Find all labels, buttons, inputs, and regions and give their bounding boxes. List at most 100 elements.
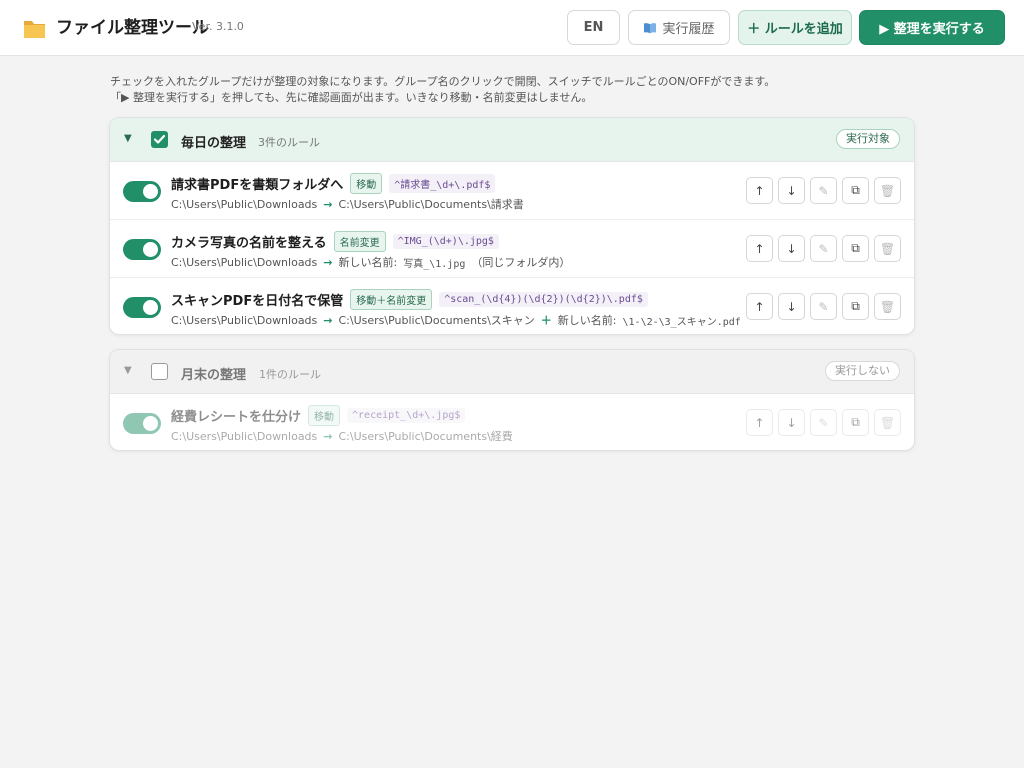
duplicate-button[interactable]: ⧉ — [842, 235, 869, 262]
arrow-up-icon: ↑ — [754, 299, 765, 314]
rule-path: C:\Users\Public\Downloads → C:\Users\Pub… — [171, 196, 524, 212]
move-down-button[interactable]: ↓ — [778, 293, 805, 320]
arrow-up-icon: ↑ — [754, 241, 765, 256]
rule-rename-pattern: 写真_\1.jpg — [403, 258, 466, 270]
rule-toggle[interactable] — [123, 239, 161, 260]
trash-icon: 🗑 — [879, 241, 896, 256]
intro-line-2: 「▶ 整理を実行する」を押しても、先に確認画面が出ます。いきなり移動・名前変更は… — [110, 91, 593, 104]
check-icon — [153, 134, 166, 144]
rule-actions: ↑ ↓ ✎ ⧉ 🗑 — [746, 293, 901, 320]
rule-rename-label: 新しい名前: — [338, 256, 398, 269]
move-up-button[interactable]: ↑ — [746, 177, 773, 204]
edit-button[interactable]: ✎ — [810, 177, 837, 204]
copy-icon: ⧉ — [851, 299, 860, 313]
status-badge: 実行しない — [825, 361, 900, 381]
add-rule-label: ＋ ルールを追加 — [747, 22, 843, 37]
rule-row: カメラ写真の名前を整える 名前変更 ^IMG_(\d+)\.jpg$ C:\Us… — [110, 220, 914, 278]
group-checkbox[interactable] — [151, 363, 168, 380]
group-header[interactable]: ▼ 毎日の整理 3件のルール 実行対象 — [110, 118, 914, 162]
app-version: Ver. 3.1.0 — [192, 20, 244, 33]
toggle-knob — [143, 242, 158, 257]
history-button[interactable]: 実行履歴 — [628, 10, 730, 45]
edit-button[interactable]: ✎ — [810, 409, 837, 436]
pencil-icon: ✎ — [818, 241, 829, 256]
book-icon — [644, 22, 657, 33]
right-arrow-icon: → — [323, 429, 333, 443]
rule-name: スキャンPDFを日付名で保管 — [171, 294, 344, 309]
delete-button[interactable]: 🗑 — [874, 293, 901, 320]
rule-source: C:\Users\Public\Downloads — [171, 255, 318, 269]
rule-source: C:\Users\Public\Downloads — [171, 429, 318, 443]
edit-button[interactable]: ✎ — [810, 293, 837, 320]
move-down-button[interactable]: ↓ — [778, 409, 805, 436]
rule-rename-label: 新しい名前: — [557, 314, 617, 327]
group-header[interactable]: ▼ 月末の整理 1件のルール 実行しない — [110, 350, 914, 394]
move-down-button[interactable]: ↓ — [778, 235, 805, 262]
rule-pattern: ^請求書_\d+\.pdf$ — [389, 174, 496, 193]
group-name[interactable]: 毎日の整理 — [181, 132, 246, 151]
app-title: ファイル整理ツール — [56, 18, 209, 38]
rule-pattern: ^IMG_(\d+)\.jpg$ — [392, 234, 499, 249]
rule-pattern: ^receipt_\d+\.jpg$ — [347, 408, 466, 423]
arrow-down-icon: ↓ — [786, 415, 797, 430]
right-arrow-icon: → — [323, 313, 333, 327]
group-rule-count: 3件のルール — [258, 136, 320, 149]
delete-button[interactable]: 🗑 — [874, 409, 901, 436]
move-down-button[interactable]: ↓ — [778, 177, 805, 204]
rule-row: スキャンPDFを日付名で保管 移動＋名前変更 ^scan_(\d{4})(\d{… — [110, 278, 914, 334]
arrow-down-icon: ↓ — [786, 183, 797, 198]
rule-toggle[interactable] — [123, 181, 161, 202]
rule-action-tag: 移動＋名前変更 — [350, 289, 433, 310]
copy-icon: ⧉ — [851, 415, 860, 429]
rule-toggle[interactable] — [123, 297, 161, 318]
trash-icon: 🗑 — [879, 183, 896, 198]
rule-destination: C:\Users\Public\Documents\経費 — [338, 430, 513, 443]
rule-name: 請求書PDFを書類フォルダへ — [171, 178, 344, 193]
right-arrow-icon: → — [323, 255, 333, 269]
rule-name: 経費レシートを仕分け — [171, 410, 302, 425]
caret-down-icon[interactable]: ▼ — [124, 133, 132, 144]
rule-actions: ↑ ↓ ✎ ⧉ 🗑 — [746, 177, 901, 204]
language-label: EN — [583, 20, 604, 35]
duplicate-button[interactable]: ⧉ — [842, 409, 869, 436]
pencil-icon: ✎ — [818, 299, 829, 314]
rule-toggle[interactable] — [123, 413, 161, 434]
arrow-up-icon: ↑ — [754, 183, 765, 198]
rule-pattern: ^scan_(\d{4})(\d{2})(\d{2})\.pdf$ — [439, 292, 648, 307]
intro-text: チェックを入れたグループだけが整理の対象になります。グループ名のクリックで開閉、… — [110, 74, 775, 106]
rule-name: カメラ写真の名前を整える — [171, 236, 327, 251]
language-button[interactable]: EN — [567, 10, 620, 45]
group-rule-count: 1件のルール — [259, 368, 321, 381]
trash-icon: 🗑 — [879, 299, 896, 314]
rule-action-tag: 移動 — [350, 173, 383, 194]
move-up-button[interactable]: ↑ — [746, 293, 773, 320]
rule-source: C:\Users\Public\Downloads — [171, 313, 318, 327]
caret-down-icon[interactable]: ▼ — [124, 365, 132, 376]
intro-line-1: チェックを入れたグループだけが整理の対象になります。グループ名のクリックで開閉、… — [110, 75, 776, 88]
move-up-button[interactable]: ↑ — [746, 235, 773, 262]
pencil-icon: ✎ — [818, 183, 829, 198]
rule-rename-pattern: \1-\2-\3_スキャン.pdf — [622, 316, 741, 328]
rule-path: C:\Users\Public\Downloads → C:\Users\Pub… — [171, 428, 513, 444]
run-button[interactable]: ▶ 整理を実行する — [859, 10, 1005, 45]
arrow-up-icon: ↑ — [754, 415, 765, 430]
move-up-button[interactable]: ↑ — [746, 409, 773, 436]
app-header: ファイル整理ツール Ver. 3.1.0 EN 実行履歴 ＋ ルールを追加 ▶ … — [0, 0, 1024, 56]
folder-icon — [24, 21, 45, 38]
add-rule-button[interactable]: ＋ ルールを追加 — [738, 10, 852, 45]
rule-action-tag: 移動 — [308, 405, 341, 426]
duplicate-button[interactable]: ⧉ — [842, 293, 869, 320]
rule-action-tag: 名前変更 — [333, 231, 386, 252]
copy-icon: ⧉ — [851, 183, 860, 197]
rule-source: C:\Users\Public\Downloads — [171, 197, 318, 211]
delete-button[interactable]: 🗑 — [874, 177, 901, 204]
rule-destination: C:\Users\Public\Documents\請求書 — [338, 198, 524, 211]
toggle-knob — [143, 300, 158, 315]
history-label: 実行履歴 — [662, 22, 715, 37]
edit-button[interactable]: ✎ — [810, 235, 837, 262]
delete-button[interactable]: 🗑 — [874, 235, 901, 262]
duplicate-button[interactable]: ⧉ — [842, 177, 869, 204]
toggle-knob — [143, 184, 158, 199]
group-checkbox[interactable] — [151, 131, 168, 148]
group-name[interactable]: 月末の整理 — [181, 364, 246, 383]
